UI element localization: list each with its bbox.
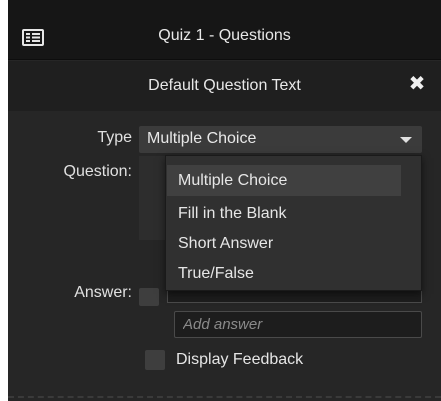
- type-select[interactable]: Multiple Choice: [139, 126, 422, 153]
- add-answer-input[interactable]: [175, 312, 421, 337]
- type-select-value: Multiple Choice: [147, 130, 257, 147]
- dropdown-item-short-answer[interactable]: Short Answer: [167, 228, 401, 259]
- chevron-down-icon: [400, 137, 412, 143]
- title-bar: Quiz 1 - Questions: [8, 0, 441, 60]
- add-answer-field[interactable]: [174, 311, 422, 338]
- dropdown-item-multiple-choice[interactable]: Multiple Choice: [167, 165, 401, 196]
- window-title: Quiz 1 - Questions: [158, 27, 291, 44]
- close-icon[interactable]: ✖: [407, 74, 427, 94]
- quiz-panel: Quiz 1 - Questions Default Question Text…: [8, 0, 441, 401]
- type-label: Type: [97, 129, 132, 146]
- type-dropdown-menu: Multiple Choice Fill in the Blank Short …: [165, 155, 422, 291]
- question-title: Default Question Text: [148, 77, 301, 94]
- dropdown-item-true-false[interactable]: True/False: [167, 258, 401, 289]
- display-feedback-label[interactable]: Display Feedback: [176, 351, 303, 369]
- question-label: Question:: [63, 163, 132, 180]
- section-divider: [8, 396, 441, 398]
- answer-correct-checkbox[interactable]: [139, 288, 159, 306]
- answer-label: Answer:: [74, 284, 132, 301]
- dropdown-item-fill-in-the-blank[interactable]: Fill in the Blank: [167, 198, 401, 229]
- question-header: Default Question Text ✖: [8, 61, 441, 111]
- display-feedback-checkbox[interactable]: [145, 350, 165, 370]
